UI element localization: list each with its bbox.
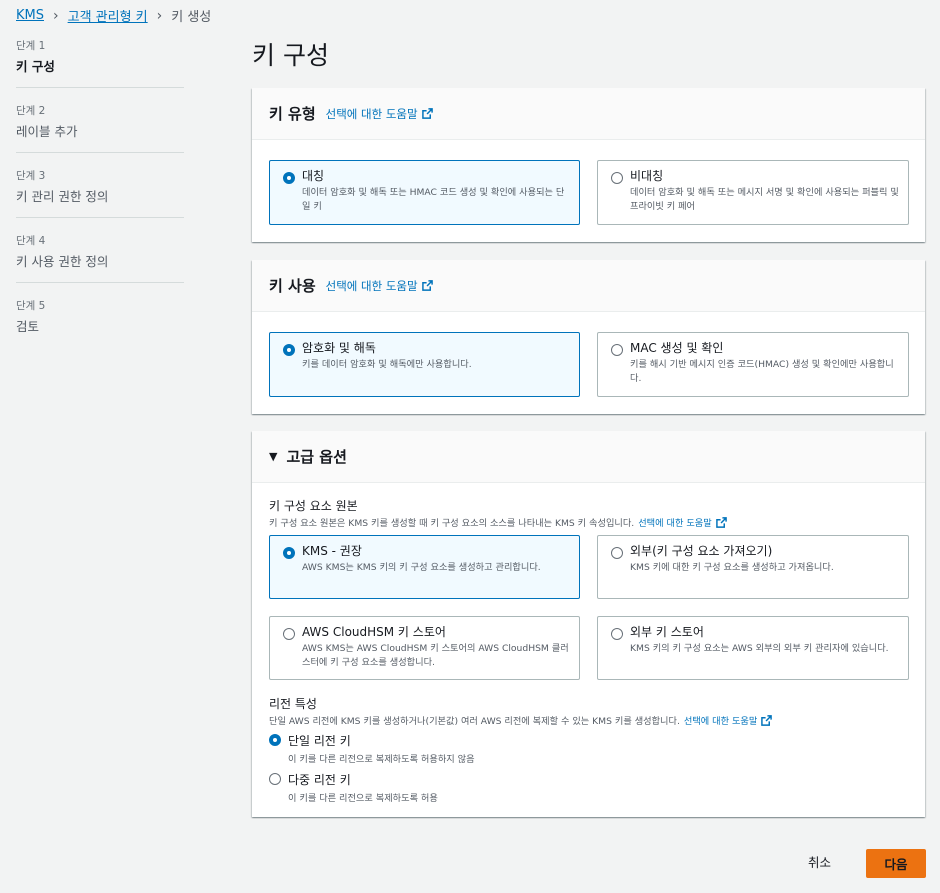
option-label: 다중 리전 키	[288, 773, 351, 787]
option-label: AWS CloudHSM 키 스토어	[302, 625, 446, 639]
option-description: 데이터 암호화 및 해독 또는 HMAC 코드 생성 및 확인에 사용되는 단일…	[302, 187, 565, 212]
option-description: AWS KMS는 AWS CloudHSM 키 스토어의 AWS CloudHS…	[302, 643, 569, 668]
option-label: 암호화 및 해독	[302, 341, 376, 355]
option-description: AWS KMS는 KMS 키의 키 구성 요소를 생성하고 관리합니다.	[302, 562, 541, 573]
step-number: 단계 1	[16, 40, 46, 52]
panel-title: 키 유형	[269, 105, 316, 123]
step-title: 키 사용 권한 정의	[16, 254, 109, 269]
key-usage-mac-option[interactable]: MAC 생성 및 확인 키를 해시 기반 메시지 인증 코드(HMAC) 생성 …	[597, 332, 909, 397]
option-description: 키를 해시 기반 메시지 인증 코드(HMAC) 생성 및 확인에만 사용합니다…	[630, 359, 894, 384]
step-1: 단계 1 키 구성	[16, 38, 184, 88]
step-title: 키 구성	[16, 59, 55, 74]
option-description: 데이터 암호화 및 해독 또는 메시지 서명 및 확인에 사용되는 퍼블릭 및 …	[630, 187, 899, 212]
radio-unselected-icon[interactable]	[611, 344, 623, 356]
breadcrumb-kms-link[interactable]: KMS	[16, 8, 44, 23]
region-info-link[interactable]: 선택에 대한 도움말	[683, 713, 773, 727]
option-description: 이 키를 다른 리전으로 복제하도록 허용하지 않음	[288, 754, 475, 765]
region-label: 리전 특성	[269, 697, 317, 711]
origin-kms-option[interactable]: KMS - 권장 AWS KMS는 KMS 키의 키 구성 요소를 생성하고 관…	[269, 535, 580, 599]
step-2: 단계 2 레이블 추가	[16, 103, 184, 153]
radio-selected-icon[interactable]	[283, 344, 295, 356]
option-label: MAC 생성 및 확인	[630, 341, 724, 355]
option-label: 단일 리전 키	[288, 734, 351, 748]
option-description: 이 키를 다른 리전으로 복제하도록 허용	[288, 793, 438, 804]
radio-selected-icon[interactable]	[283, 172, 295, 184]
radio-unselected-icon[interactable]	[611, 547, 623, 559]
breadcrumb-current: 키 생성	[171, 10, 212, 25]
key-type-panel: 키 유형 선택에 대한 도움말 대칭 데이터 암호화 및 해독 또는 HMAC …	[252, 88, 925, 242]
radio-selected-icon[interactable]	[283, 547, 295, 559]
caret-down-icon: ▼	[269, 450, 278, 463]
origin-description-text: 키 구성 요소 원본은 KMS 키를 생성할 때 키 구성 요소의 소스를 나타…	[269, 518, 635, 529]
radio-unselected-icon[interactable]	[283, 628, 295, 640]
key-type-symmetric-option[interactable]: 대칭 데이터 암호화 및 해독 또는 HMAC 코드 생성 및 확인에 사용되는…	[269, 160, 580, 225]
option-label: 대칭	[302, 169, 325, 183]
step-5: 단계 5 검토	[16, 298, 184, 347]
origin-external-option[interactable]: 외부(키 구성 요소 가져오기) KMS 키에 대한 키 구성 요소를 생성하고…	[597, 535, 909, 599]
external-link-icon	[715, 516, 727, 528]
region-description-text: 단일 AWS 리전에 KMS 키를 생성하거나(기본값) 여러 AWS 리전에 …	[269, 716, 680, 727]
chevron-right-icon: ›	[156, 7, 163, 24]
key-type-asymmetric-option[interactable]: 비대칭 데이터 암호화 및 해독 또는 메시지 서명 및 확인에 사용되는 퍼블…	[597, 160, 909, 225]
option-label: KMS - 권장	[302, 544, 362, 558]
advanced-options-panel: ▼ 고급 옵션 키 구성 요소 원본 키 구성 요소 원본은 KMS 키를 생성…	[252, 431, 925, 817]
panel-title: 키 사용	[269, 277, 316, 295]
option-label: 외부 키 스토어	[630, 625, 704, 639]
external-link-icon	[761, 714, 773, 726]
wizard-steps: 단계 1 키 구성 단계 2 레이블 추가 단계 3 키 관리 권한 정의 단계…	[16, 38, 184, 362]
region-multi-option[interactable]: 다중 리전 키 이 키를 다른 리전으로 복제하도록 허용	[269, 771, 438, 804]
page-title: 키 구성	[252, 41, 329, 70]
step-number: 단계 2	[16, 105, 46, 117]
origin-cloudhsm-option[interactable]: AWS CloudHSM 키 스토어 AWS KMS는 AWS CloudHSM…	[269, 616, 580, 680]
origin-info-link[interactable]: 선택에 대한 도움말	[638, 515, 727, 529]
option-description: 키를 데이터 암호화 및 해독에만 사용합니다.	[302, 359, 472, 370]
info-link-label: 선택에 대한 도움말	[325, 106, 418, 121]
external-link-icon	[421, 108, 433, 119]
key-usage-panel: 키 사용 선택에 대한 도움말 암호화 및 해독 키를 데이터 암호화 및 해독…	[252, 260, 925, 414]
advanced-options-toggle[interactable]: ▼ 고급 옵션	[252, 431, 925, 483]
panel-header: 키 사용 선택에 대한 도움말	[252, 260, 925, 312]
option-label: 외부(키 구성 요소 가져오기)	[630, 544, 773, 558]
step-number: 단계 5	[16, 300, 46, 312]
next-button[interactable]: 다음	[866, 849, 926, 878]
cancel-button[interactable]: 취소	[808, 852, 831, 871]
step-title: 키 관리 권한 정의	[16, 189, 109, 204]
radio-selected-icon[interactable]	[269, 734, 281, 746]
region-single-option[interactable]: 단일 리전 키 이 키를 다른 리전으로 복제하도록 허용하지 않음	[269, 732, 475, 765]
step-title: 레이블 추가	[16, 124, 78, 139]
step-4: 단계 4 키 사용 권한 정의	[16, 233, 184, 283]
origin-description: 키 구성 요소 원본은 KMS 키를 생성할 때 키 구성 요소의 소스를 나타…	[269, 515, 727, 529]
origin-external-key-store-option[interactable]: 외부 키 스토어 KMS 키의 키 구성 요소는 AWS 외부의 외부 키 관리…	[597, 616, 909, 680]
info-link-label: 선택에 대한 도움말	[683, 716, 758, 727]
region-description: 단일 AWS 리전에 KMS 키를 생성하거나(기본값) 여러 AWS 리전에 …	[269, 713, 773, 727]
panel-header: 키 유형 선택에 대한 도움말	[252, 88, 925, 140]
origin-label: 키 구성 요소 원본	[269, 499, 358, 513]
breadcrumb: KMS › 고객 관리형 키 › 키 생성	[16, 6, 212, 26]
step-3: 단계 3 키 관리 권한 정의	[16, 168, 184, 218]
external-link-icon	[421, 280, 433, 291]
info-link-label: 선택에 대한 도움말	[638, 518, 712, 529]
radio-unselected-icon[interactable]	[611, 628, 623, 640]
option-label: 비대칭	[630, 169, 664, 183]
info-link-label: 선택에 대한 도움말	[325, 278, 418, 293]
info-link[interactable]: 선택에 대한 도움말	[326, 106, 433, 122]
step-number: 단계 4	[16, 235, 46, 247]
panel-title: 고급 옵션	[286, 448, 347, 466]
breadcrumb-cmk-link[interactable]: 고객 관리형 키	[68, 6, 148, 25]
step-title: 검토	[16, 319, 40, 334]
radio-unselected-icon[interactable]	[269, 773, 281, 785]
step-number: 단계 3	[16, 170, 46, 182]
option-description: KMS 키에 대한 키 구성 요소를 생성하고 가져옵니다.	[630, 562, 834, 573]
info-link[interactable]: 선택에 대한 도움말	[326, 278, 433, 294]
key-usage-encrypt-option[interactable]: 암호화 및 해독 키를 데이터 암호화 및 해독에만 사용합니다.	[269, 332, 580, 397]
option-description: KMS 키의 키 구성 요소는 AWS 외부의 외부 키 관리자에 있습니다.	[630, 643, 889, 654]
chevron-right-icon: ›	[53, 7, 59, 24]
radio-unselected-icon[interactable]	[611, 172, 623, 184]
